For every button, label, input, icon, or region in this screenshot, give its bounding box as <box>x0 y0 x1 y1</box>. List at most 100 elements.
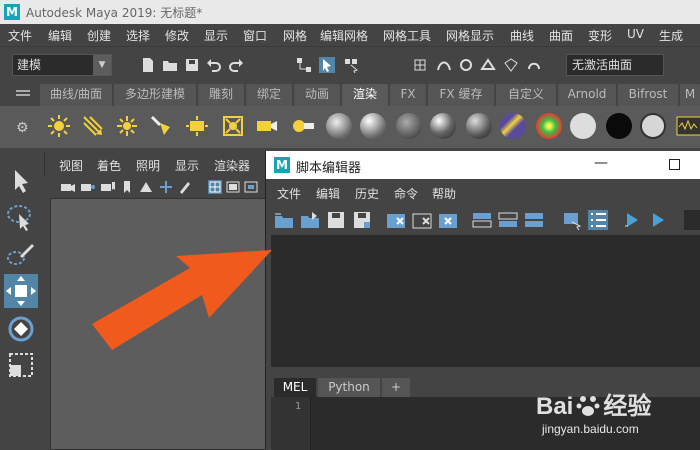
shelf-tab-animation[interactable]: 动画 <box>294 84 340 106</box>
select-tool-icon[interactable] <box>4 164 38 198</box>
snap-live-icon[interactable] <box>526 57 542 73</box>
clear-history-icon[interactable] <box>386 210 406 230</box>
snap-view-icon[interactable] <box>480 57 496 73</box>
viewport-menu-view[interactable]: 视图 <box>59 157 83 174</box>
lasso-tool-icon[interactable] <box>4 200 38 234</box>
viewport-3d[interactable] <box>50 198 270 450</box>
se-menu-help[interactable]: 帮助 <box>432 185 456 202</box>
camera-attributes-icon[interactable] <box>80 180 96 194</box>
open-scene-icon[interactable] <box>162 57 178 73</box>
surface-shader-icon[interactable] <box>570 113 596 139</box>
lambert-shader-icon[interactable] <box>396 113 422 139</box>
tab-python[interactable]: Python <box>318 378 380 397</box>
add-tab-button[interactable]: + <box>382 378 410 397</box>
shelf-tab-custom[interactable]: 自定义 <box>496 84 556 106</box>
menu-generate[interactable]: 生成 <box>659 27 683 44</box>
minimize-button[interactable]: — <box>594 155 608 171</box>
menu-select[interactable]: 选择 <box>126 27 150 44</box>
show-line-numbers-button[interactable] <box>588 210 608 230</box>
search-field[interactable] <box>684 210 700 230</box>
show-history-only-icon[interactable] <box>472 210 492 230</box>
shelf-tab-fx[interactable]: FX <box>390 84 426 106</box>
menu-mesh-display[interactable]: 网格显示 <box>446 27 494 44</box>
source-script-icon[interactable] <box>300 210 320 230</box>
gear-icon[interactable]: ⚙ <box>16 120 29 136</box>
shelf-tab-rigging[interactable]: 绑定 <box>246 84 292 106</box>
rotate-tool-icon[interactable] <box>4 312 38 346</box>
se-menu-file[interactable]: 文件 <box>277 185 301 202</box>
select-component-icon[interactable] <box>343 57 359 73</box>
blinn-shader-icon[interactable] <box>360 113 386 139</box>
history-pane[interactable] <box>271 235 700 367</box>
clear-input-icon[interactable] <box>412 210 432 230</box>
show-input-only-icon[interactable] <box>498 210 518 230</box>
resolution-gate-icon[interactable] <box>244 180 258 194</box>
shelf-tab-rendering[interactable]: 渲染 <box>342 84 388 106</box>
clear-all-icon[interactable] <box>438 210 458 230</box>
menu-mesh[interactable]: 网格 <box>283 27 307 44</box>
shelf-tab-curves-surfaces[interactable]: 曲线/曲面 <box>40 84 112 106</box>
snap-surface-icon[interactable] <box>503 57 519 73</box>
shelf-tab-poly-modeling[interactable]: 多边形建模 <box>114 84 196 106</box>
use-background-shader-icon[interactable] <box>606 113 632 139</box>
menu-deform[interactable]: 变形 <box>588 27 612 44</box>
bookmarks-icon[interactable] <box>100 180 116 194</box>
directional-light-icon[interactable] <box>80 113 106 139</box>
select-object-icon[interactable] <box>319 57 335 73</box>
standard-surface-shader-icon[interactable] <box>326 113 352 139</box>
menu-display[interactable]: 显示 <box>204 27 228 44</box>
execute-selected-icon[interactable] <box>622 210 642 230</box>
menu-modify[interactable]: 修改 <box>165 27 189 44</box>
snap-curve-icon[interactable] <box>436 57 452 73</box>
viewport-menu-shading[interactable]: 着色 <box>97 157 121 174</box>
grease-pencil-icon[interactable] <box>178 180 192 194</box>
pane-splitter[interactable] <box>271 367 700 377</box>
undo-icon[interactable] <box>206 57 222 73</box>
snap-point-icon[interactable] <box>458 57 474 73</box>
viewport-menu-lighting[interactable]: 照明 <box>136 157 160 174</box>
point-light-icon[interactable] <box>114 113 140 139</box>
ambient-light-icon[interactable] <box>46 113 72 139</box>
viewport-menu-renderer[interactable]: 渲染器 <box>214 157 250 174</box>
image-plane-icon[interactable] <box>138 180 154 194</box>
menu-curves[interactable]: 曲线 <box>510 27 534 44</box>
se-menu-edit[interactable]: 编辑 <box>316 185 340 202</box>
shelf-tab-arnold[interactable]: Arnold <box>558 84 616 106</box>
select-hierarchy-icon[interactable] <box>296 57 312 73</box>
bookmark-icon[interactable] <box>122 180 132 194</box>
open-script-icon[interactable] <box>274 210 294 230</box>
tab-mel[interactable]: MEL <box>274 378 316 397</box>
camera-icon[interactable] <box>254 113 280 139</box>
shelf-tab-more[interactable]: M <box>680 84 700 106</box>
camera-aim-icon[interactable] <box>290 113 316 139</box>
menu-edit-mesh[interactable]: 编辑网格 <box>320 27 368 44</box>
echo-all-commands-icon[interactable] <box>562 210 582 230</box>
render-view-icon[interactable] <box>676 113 700 139</box>
phong-e-shader-icon[interactable] <box>466 113 492 139</box>
shelf-tab-bifrost[interactable]: Bifrost <box>618 84 678 106</box>
paint-select-tool-icon[interactable] <box>4 238 38 272</box>
menu-edit[interactable]: 编辑 <box>48 27 72 44</box>
grid-toggle-icon[interactable] <box>208 180 222 194</box>
anisotropic-shader-icon[interactable] <box>500 113 526 139</box>
menu-create[interactable]: 创建 <box>87 27 111 44</box>
menu-window[interactable]: 窗口 <box>243 27 267 44</box>
live-surface-field[interactable]: 无激活曲面 <box>566 54 664 76</box>
shelf-menu-icon[interactable] <box>16 90 30 92</box>
show-both-icon[interactable] <box>524 210 544 230</box>
viewport-menu-show[interactable]: 显示 <box>175 157 199 174</box>
menu-uv[interactable]: UV <box>627 27 644 41</box>
menu-file[interactable]: 文件 <box>8 27 32 44</box>
menu-set-selector[interactable]: 建模 ▼ <box>12 54 112 76</box>
se-menu-command[interactable]: 命令 <box>394 185 418 202</box>
menu-mesh-tools[interactable]: 网格工具 <box>383 27 431 44</box>
ramp-shader-icon[interactable] <box>536 113 562 139</box>
shelf-tab-sculpting[interactable]: 雕刻 <box>198 84 244 106</box>
save-script-icon[interactable] <box>326 210 346 230</box>
snap-grid-icon[interactable] <box>412 57 428 73</box>
spot-light-icon[interactable] <box>148 113 174 139</box>
save-scene-icon[interactable] <box>184 57 200 73</box>
menu-surfaces[interactable]: 曲面 <box>549 27 573 44</box>
area-light-icon[interactable] <box>184 113 210 139</box>
phong-shader-icon[interactable] <box>430 113 456 139</box>
